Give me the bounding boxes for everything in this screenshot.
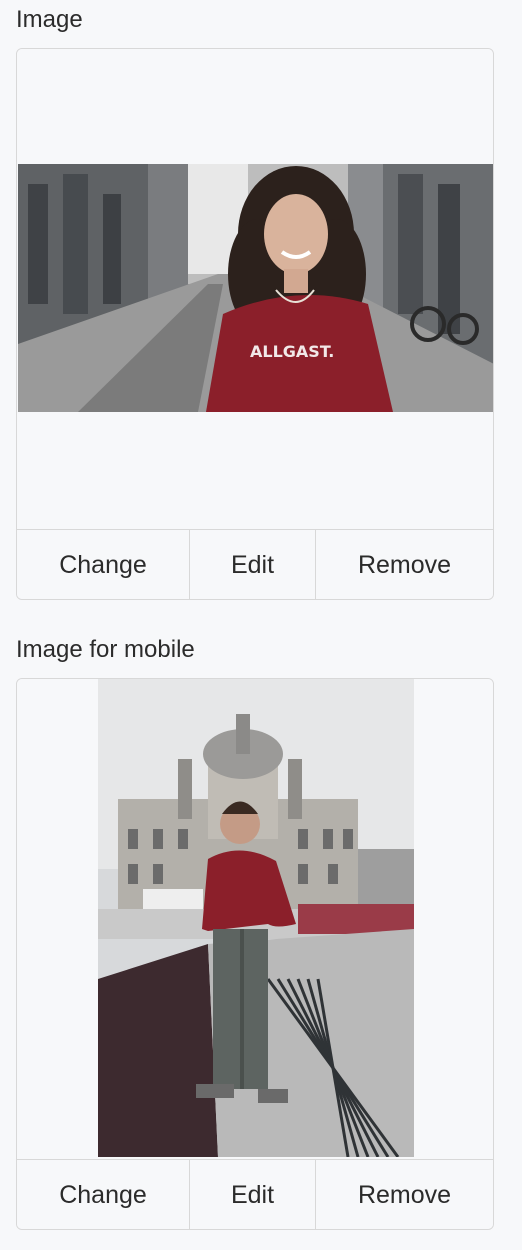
image-field-label: Image [16, 6, 83, 33]
edit-button[interactable]: Edit [190, 530, 316, 599]
image-panel: ALLGAST. Change Edit Remove [16, 48, 494, 600]
image-thumbnail: ALLGAST. [18, 164, 493, 412]
svg-text:ALLGAST.: ALLGAST. [250, 342, 334, 361]
mobile-remove-button[interactable]: Remove [316, 1160, 493, 1229]
mobile-image-actions: Change Edit Remove [17, 1160, 493, 1229]
mobile-change-button[interactable]: Change [17, 1160, 190, 1229]
mobile-edit-button[interactable]: Edit [190, 1160, 316, 1229]
change-button[interactable]: Change [17, 530, 190, 599]
image-actions: Change Edit Remove [17, 530, 493, 599]
mobile-image-preview [17, 679, 493, 1160]
mobile-image-panel: Change Edit Remove [16, 678, 494, 1230]
mobile-image-thumbnail [98, 679, 414, 1157]
mobile-image-field-label: Image for mobile [16, 636, 195, 663]
remove-button[interactable]: Remove [316, 530, 493, 599]
image-preview: ALLGAST. [17, 49, 493, 530]
